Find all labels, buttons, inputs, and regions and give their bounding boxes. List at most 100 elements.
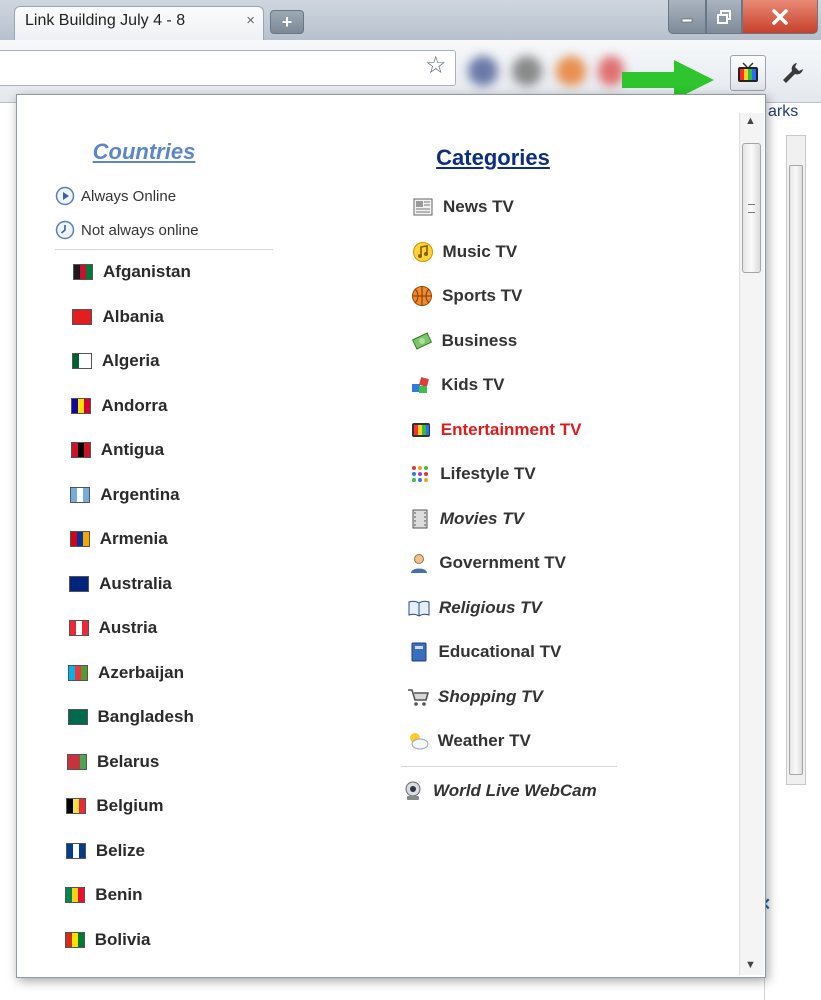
minimize-button[interactable] xyxy=(668,0,706,34)
country-item[interactable]: Bolivia xyxy=(49,918,289,963)
category-item[interactable]: Movies TV xyxy=(401,497,641,542)
category-item[interactable]: Music TV xyxy=(401,230,641,275)
country-label: Belarus xyxy=(96,751,160,771)
category-label: Business xyxy=(441,330,518,350)
popup-scrollbar[interactable]: ▲ ▼ xyxy=(739,113,764,975)
category-item[interactable]: Entertainment TV xyxy=(401,408,641,453)
flag-icon xyxy=(69,575,90,592)
flag-icon xyxy=(69,531,90,548)
flag-icon xyxy=(65,887,86,904)
country-list: Afganistan Albania Algeria Andorra Antigua Ar… xyxy=(49,250,289,962)
country-label: Argentina xyxy=(100,484,180,504)
category-item[interactable]: Religious TV xyxy=(401,586,641,631)
country-label: Albania xyxy=(102,306,164,326)
country-item[interactable]: Benin xyxy=(49,873,289,918)
category-item[interactable]: Weather TV xyxy=(401,719,641,764)
window-close-button[interactable] xyxy=(742,0,818,34)
address-bar[interactable] xyxy=(0,50,456,86)
extension-icon-blurred[interactable] xyxy=(512,56,542,86)
category-label: Lifestyle TV xyxy=(440,464,536,484)
flag-icon xyxy=(71,397,92,414)
country-item[interactable]: Bangladesh xyxy=(49,695,289,740)
flag-icon xyxy=(73,264,93,281)
webcam-icon xyxy=(401,779,425,803)
category-world-live-webcam[interactable]: World Live WebCam xyxy=(401,769,641,814)
maximize-button[interactable] xyxy=(706,0,742,34)
flag-icon xyxy=(65,842,86,859)
bookmarks-label-fragment[interactable]: arks xyxy=(768,103,798,121)
title-bar: Link Building July 4 - 8 × + xyxy=(0,0,821,40)
country-label: Belize xyxy=(95,840,145,860)
tab-link-building[interactable]: Link Building July 4 - 8 × xyxy=(14,6,264,40)
category-item[interactable]: Sports TV xyxy=(401,274,641,319)
country-label: Australia xyxy=(99,573,172,593)
category-label: Sports TV xyxy=(442,286,523,306)
tv-icon xyxy=(738,62,758,82)
country-item[interactable]: Azerbaijan xyxy=(49,651,289,696)
flag-icon xyxy=(70,442,91,459)
blocks-icon xyxy=(409,373,433,397)
tv-icon xyxy=(409,418,433,442)
category-label: Government TV xyxy=(439,553,566,573)
extension-icon-blurred[interactable] xyxy=(468,56,498,86)
category-item[interactable]: Educational TV xyxy=(401,630,641,675)
categories-divider xyxy=(401,765,617,767)
tab-title: Link Building July 4 - 8 xyxy=(25,12,186,29)
categories-column: Categories News TV Music TV Sports TV Busin… xyxy=(401,145,641,813)
country-item[interactable]: Antigua xyxy=(49,428,289,473)
category-item[interactable]: Kids TV xyxy=(401,363,641,408)
grid-icon xyxy=(408,462,432,486)
country-label: Andorra xyxy=(101,395,168,415)
close-icon xyxy=(772,8,788,25)
country-item[interactable]: Andorra xyxy=(49,384,289,429)
country-item[interactable]: Algeria xyxy=(49,339,289,384)
flag-icon xyxy=(71,353,92,370)
country-label: Azerbaijan xyxy=(98,662,185,682)
scroll-up-arrow-icon[interactable]: ▲ xyxy=(745,115,756,127)
country-label: Algeria xyxy=(101,351,160,371)
new-tab-button[interactable]: + xyxy=(270,10,304,34)
person-icon xyxy=(407,551,431,575)
country-label: Bolivia xyxy=(94,929,151,949)
country-item[interactable]: Belize xyxy=(49,829,289,874)
extension-icon-blurred[interactable] xyxy=(556,56,586,86)
countries-heading[interactable]: Countries xyxy=(59,139,229,165)
category-item[interactable]: News TV xyxy=(401,185,641,230)
country-item[interactable]: Armenia xyxy=(49,517,289,562)
category-item[interactable]: Government TV xyxy=(401,541,641,586)
category-item[interactable]: Business xyxy=(401,319,641,364)
category-item[interactable]: Shopping TV xyxy=(401,675,641,720)
country-item[interactable]: Australia xyxy=(49,562,289,607)
country-item[interactable]: Afganistan xyxy=(49,250,289,295)
page-scrollbar-thumb[interactable] xyxy=(789,165,803,775)
country-item[interactable]: Belarus xyxy=(49,740,289,785)
window-controls xyxy=(668,0,818,36)
tv-extension-popup: Countries Always Online Not always onlin… xyxy=(16,94,766,978)
scroll-down-arrow-icon[interactable]: ▼ xyxy=(745,959,756,971)
category-label: Shopping TV xyxy=(438,686,543,706)
categories-heading[interactable]: Categories xyxy=(413,145,573,171)
country-item[interactable]: Belgium xyxy=(49,784,289,829)
wrench-menu-button[interactable] xyxy=(780,60,806,93)
category-list: News TV Music TV Sports TV Business Kids TV E… xyxy=(401,185,641,764)
country-label: Afganistan xyxy=(103,262,191,282)
bookmark-star-icon[interactable]: ☆ xyxy=(425,51,447,80)
category-label: Religious TV xyxy=(438,597,542,617)
basketball-icon xyxy=(410,284,434,308)
country-item[interactable]: Albania xyxy=(49,295,289,340)
notebook-icon xyxy=(407,640,431,664)
legend-always-online: Always Online xyxy=(49,179,289,213)
country-item[interactable]: Austria xyxy=(49,606,289,651)
category-item[interactable]: Lifestyle TV xyxy=(401,452,641,497)
tv-extension-button[interactable] xyxy=(730,55,766,91)
category-label: World Live WebCam xyxy=(433,780,597,800)
country-item[interactable]: Argentina xyxy=(49,473,289,518)
flag-icon xyxy=(66,753,87,770)
category-label: Entertainment TV xyxy=(440,419,582,439)
flag-icon xyxy=(67,709,88,726)
tab-close-button[interactable]: × xyxy=(246,12,255,29)
popup-scrollbar-thumb[interactable] xyxy=(742,143,761,273)
film-icon xyxy=(408,507,432,531)
flag-icon xyxy=(70,486,91,503)
minimize-icon xyxy=(681,18,693,22)
